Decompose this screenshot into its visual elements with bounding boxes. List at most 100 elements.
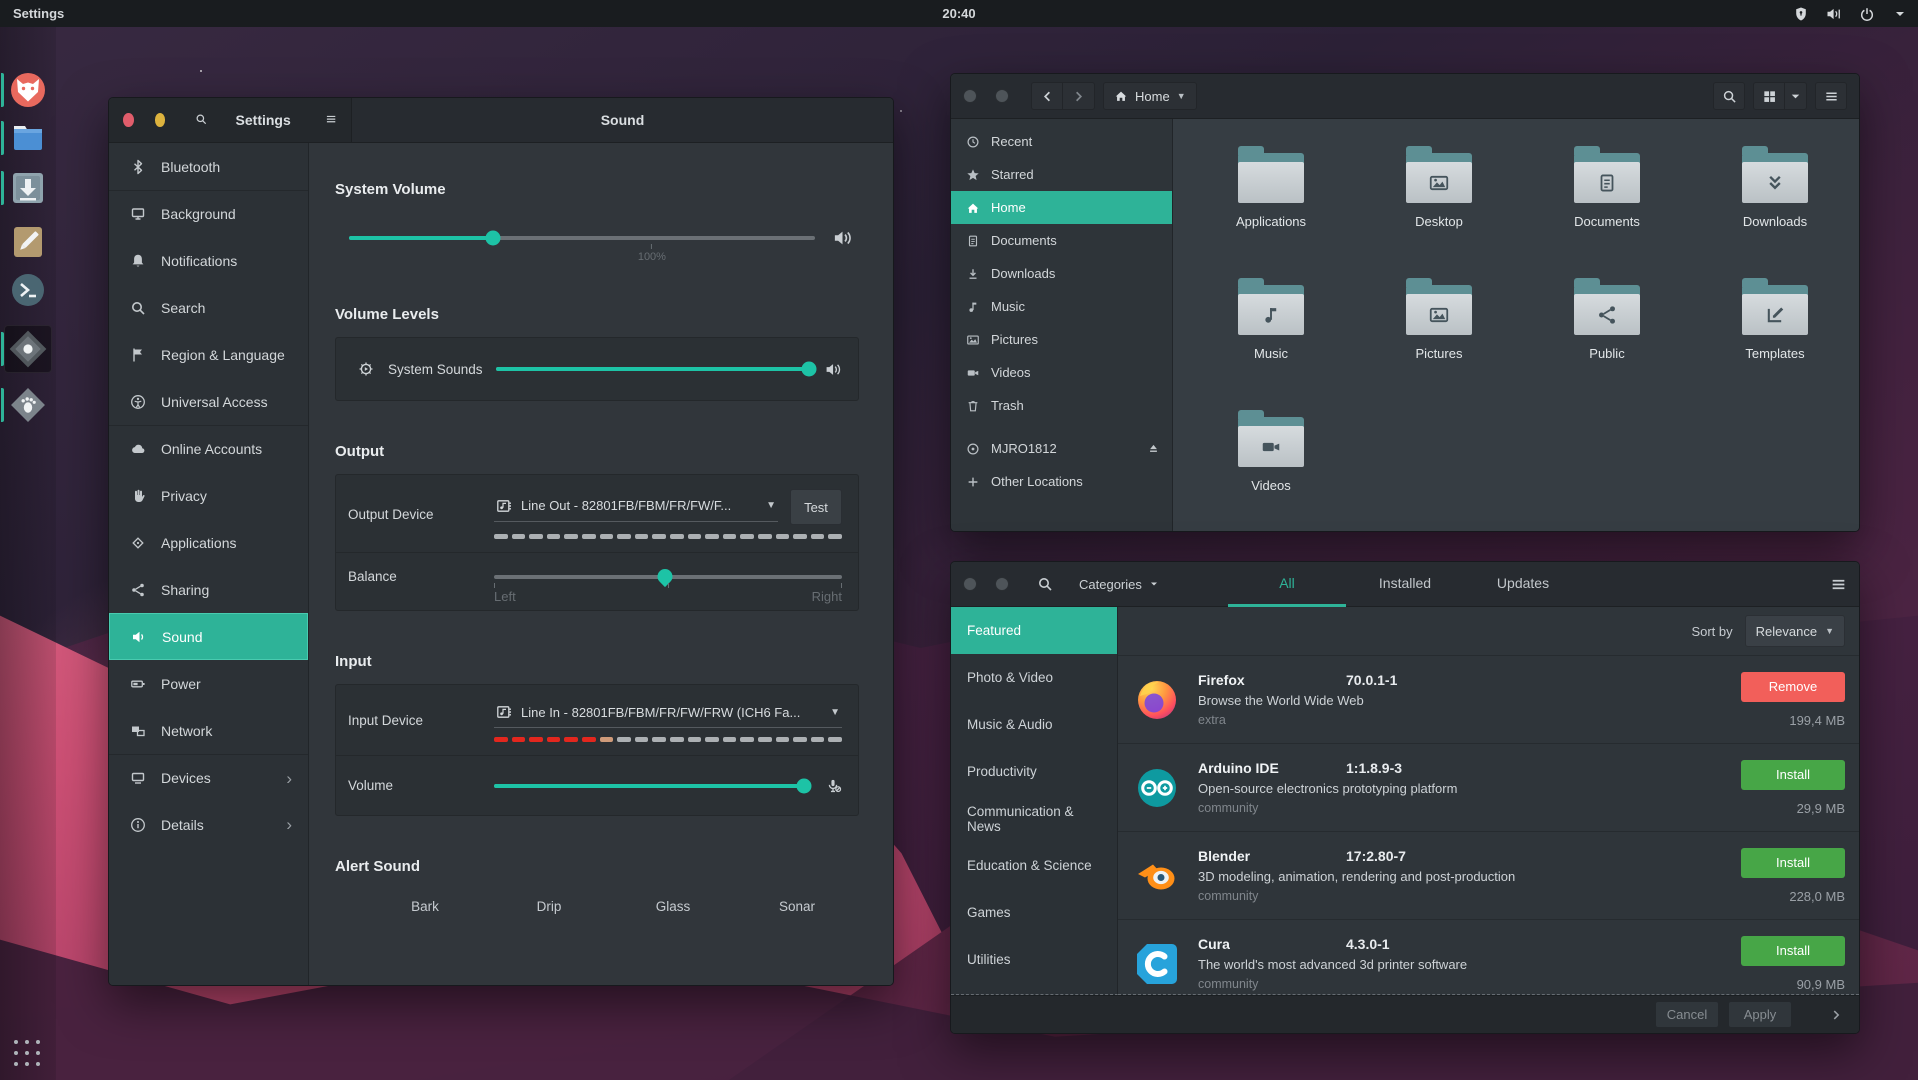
location-button[interactable]: Home ▼ xyxy=(1103,82,1197,110)
expand-details-icon[interactable] xyxy=(1829,1008,1843,1022)
test-speakers-button[interactable]: Test xyxy=(790,489,842,525)
settings-sidebar-item[interactable]: Sharing xyxy=(109,566,308,613)
app-action-button[interactable]: Install xyxy=(1741,848,1845,878)
category-item[interactable]: Photo & Video xyxy=(951,654,1117,701)
back-button[interactable] xyxy=(1031,82,1063,110)
folder-item[interactable]: Pictures xyxy=(1355,277,1523,409)
apply-button[interactable]: Apply xyxy=(1728,1001,1792,1028)
tab[interactable]: Updates xyxy=(1464,562,1582,607)
cancel-button[interactable]: Cancel xyxy=(1655,1001,1719,1028)
app-action-button[interactable]: Install xyxy=(1741,760,1845,790)
topbar-clock[interactable]: 20:40 xyxy=(942,6,975,21)
menu-button[interactable] xyxy=(1815,82,1847,110)
search-icon[interactable] xyxy=(195,112,207,128)
folder-item[interactable]: Videos xyxy=(1187,409,1355,532)
folder-item[interactable]: Public xyxy=(1523,277,1691,409)
settings-sidebar-item[interactable]: Background xyxy=(109,190,308,237)
window-dot[interactable] xyxy=(995,89,1009,103)
category-item[interactable]: Utilities xyxy=(951,936,1117,983)
category-item[interactable]: Featured xyxy=(951,607,1117,654)
app-row[interactable]: Cura 4.3.0-1 The world's most advanced 3… xyxy=(1118,919,1859,995)
folder-item[interactable]: Applications xyxy=(1187,145,1355,277)
app-row[interactable]: Firefox 70.0.1-1 Browse the World Wide W… xyxy=(1118,655,1859,743)
tray-icon[interactable] xyxy=(1793,6,1809,22)
settings-sidebar-item[interactable]: Online Accounts xyxy=(109,425,308,472)
category-item[interactable]: Education & Science xyxy=(951,842,1117,889)
system-volume-slider[interactable]: 100% xyxy=(349,236,815,240)
category-item[interactable]: Games xyxy=(951,889,1117,936)
forward-button[interactable] xyxy=(1063,82,1095,110)
tab[interactable]: All xyxy=(1228,562,1346,607)
categories-button[interactable]: Categories xyxy=(1079,577,1160,592)
dock-item[interactable] xyxy=(8,329,48,369)
category-item[interactable]: Productivity xyxy=(951,748,1117,795)
folder-item[interactable]: Documents xyxy=(1523,145,1691,277)
settings-sidebar-item[interactable]: Power xyxy=(109,660,308,707)
app-action-button[interactable]: Remove xyxy=(1741,672,1845,702)
app-row[interactable]: Arduino IDE 1:1.8.9-3 Open-source electr… xyxy=(1118,743,1859,831)
settings-sidebar-item[interactable]: Applications xyxy=(109,519,308,566)
alert-sound-option[interactable]: Drip xyxy=(487,899,611,914)
window-dot[interactable] xyxy=(963,577,977,591)
dock-item[interactable] xyxy=(8,118,48,158)
settings-sidebar-item[interactable]: Network xyxy=(109,707,308,754)
folder-item[interactable]: Music xyxy=(1187,277,1355,409)
settings-sidebar-item[interactable]: Search xyxy=(109,284,308,331)
settings-sidebar-item[interactable]: Notifications xyxy=(109,237,308,284)
settings-sidebar-item[interactable]: Bluetooth xyxy=(109,143,308,190)
close-button[interactable] xyxy=(123,113,134,127)
tab[interactable]: Installed xyxy=(1346,562,1464,607)
minimize-button[interactable] xyxy=(155,113,166,127)
tray-icon[interactable] xyxy=(1892,6,1908,22)
app-action-button[interactable]: Install xyxy=(1741,936,1845,966)
files-sidebar-item[interactable]: Videos xyxy=(951,356,1172,389)
files-sidebar-item[interactable]: Home xyxy=(951,191,1172,224)
settings-sidebar-item[interactable]: Sound xyxy=(109,613,308,660)
menu-icon[interactable] xyxy=(1830,576,1847,593)
window-dot[interactable] xyxy=(995,577,1009,591)
files-sidebar-item[interactable]: Downloads xyxy=(951,257,1172,290)
files-sidebar-item[interactable]: Music xyxy=(951,290,1172,323)
dock-item[interactable] xyxy=(8,168,48,208)
files-sidebar-item[interactable]: Documents xyxy=(951,224,1172,257)
files-sidebar-item[interactable]: Other Locations xyxy=(951,465,1172,498)
settings-sidebar-item[interactable]: Region & Language xyxy=(109,331,308,378)
alert-sound-option[interactable]: Sonar xyxy=(735,899,859,914)
files-sidebar-item[interactable]: Trash xyxy=(951,389,1172,422)
folder-item[interactable]: Downloads xyxy=(1691,145,1859,277)
search-button[interactable] xyxy=(1713,82,1745,110)
menu-icon[interactable] xyxy=(325,112,337,128)
alert-sound-option[interactable]: Bark xyxy=(363,899,487,914)
show-applications-button[interactable] xyxy=(14,1040,42,1068)
files-sidebar-item[interactable]: Recent xyxy=(951,125,1172,158)
balance-slider[interactable]: Left Right xyxy=(494,575,842,579)
folder-item[interactable]: Templates xyxy=(1691,277,1859,409)
balance-handle[interactable] xyxy=(654,565,675,586)
alert-sound-option[interactable]: Glass xyxy=(611,899,735,914)
view-toggle-button[interactable] xyxy=(1753,82,1785,110)
topbar-app-name[interactable]: Settings xyxy=(0,6,64,21)
dock-item[interactable] xyxy=(8,222,48,262)
files-sidebar-item[interactable]: Starred xyxy=(951,158,1172,191)
files-sidebar-item[interactable]: Pictures xyxy=(951,323,1172,356)
slider-handle[interactable] xyxy=(802,362,817,377)
input-device-dropdown[interactable]: Line In - 82801FB/FBM/FR/FW/FRW (ICH6 Fa… xyxy=(494,699,842,728)
output-device-dropdown[interactable]: Line Out - 82801FB/FBM/FR/FW/F... ▼ xyxy=(494,493,778,522)
settings-sidebar-item[interactable]: Universal Access xyxy=(109,378,308,425)
view-options-button[interactable] xyxy=(1785,82,1807,110)
dock-item[interactable] xyxy=(8,270,48,310)
eject-icon[interactable] xyxy=(1147,442,1160,455)
settings-sidebar-item[interactable]: Details › xyxy=(109,801,308,848)
system-sounds-slider[interactable] xyxy=(496,367,809,371)
settings-sidebar-item[interactable]: Privacy xyxy=(109,472,308,519)
folder-item[interactable]: Desktop xyxy=(1355,145,1523,277)
settings-sidebar-item[interactable]: Devices › xyxy=(109,754,308,801)
tray-icon[interactable] xyxy=(1859,6,1875,22)
category-item[interactable]: Music & Audio xyxy=(951,701,1117,748)
sort-dropdown[interactable]: Relevance ▼ xyxy=(1745,615,1845,647)
slider-handle[interactable] xyxy=(486,231,501,246)
app-row[interactable]: Blender 17:2.80-7 3D modeling, animation… xyxy=(1118,831,1859,919)
category-item[interactable]: Communication & News xyxy=(951,795,1117,842)
window-dot[interactable] xyxy=(963,89,977,103)
slider-handle[interactable] xyxy=(796,778,811,793)
